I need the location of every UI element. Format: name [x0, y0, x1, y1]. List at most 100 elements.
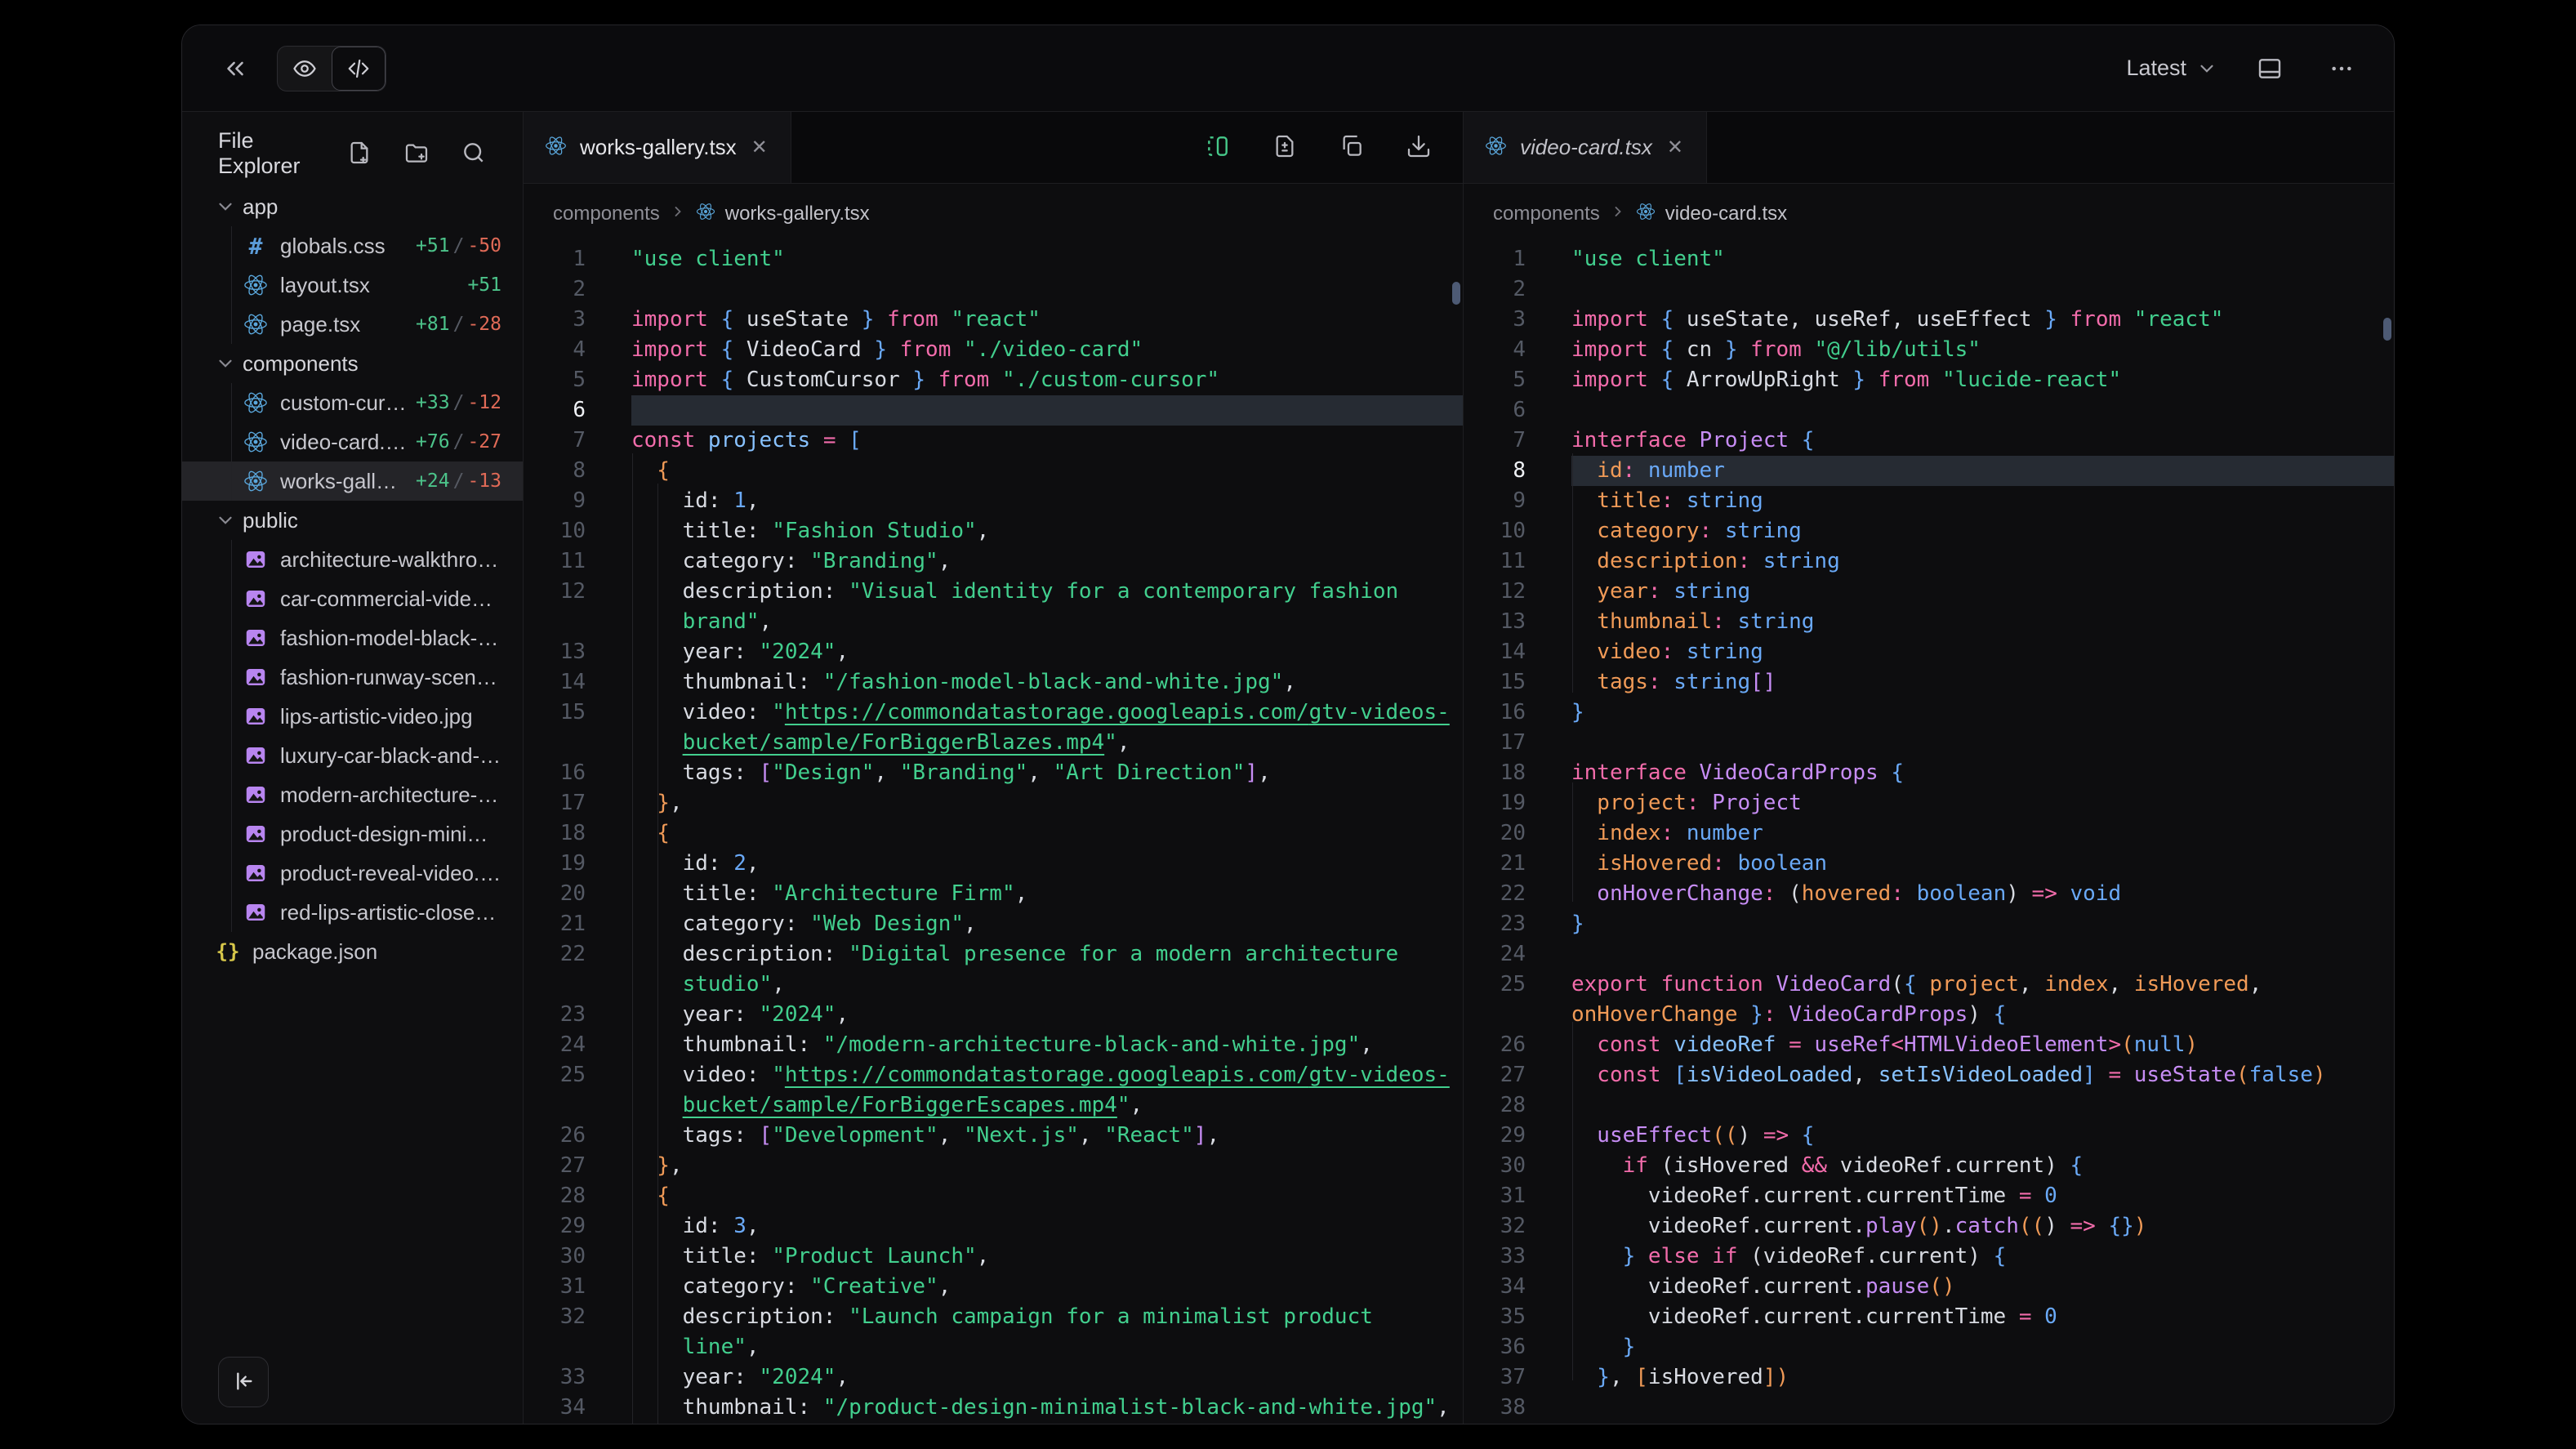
file-diff-button[interactable]: [1265, 127, 1304, 168]
new-folder-button[interactable]: [397, 133, 436, 175]
editor-pane-works-gallery: works-gallery.tsx ✕: [524, 112, 1463, 1424]
tree-folder-public[interactable]: public: [182, 501, 523, 540]
code-line-6: 6: [1464, 395, 2394, 426]
code-line-16: 16tags: ["Design", "Branding", "Art Dire…: [524, 758, 1463, 788]
collapse-sidebar-button[interactable]: [218, 1357, 269, 1407]
version-selector[interactable]: Latest: [2126, 56, 2217, 81]
tree-file-modern-architecture-[interactable]: modern-architecture-…: [182, 775, 523, 814]
tree-file-product-design-minim-[interactable]: product-design-minim…: [182, 814, 523, 854]
ellipsis-icon: [2329, 56, 2355, 82]
image-file-icon: [243, 861, 269, 885]
diff-stats: +24/-13: [408, 470, 501, 492]
tree-file-layout.tsx[interactable]: layout.tsx+51: [182, 265, 523, 305]
view-toggle: [277, 46, 386, 91]
code-line-31: 31videoRef.current.currentTime = 0: [1464, 1181, 2394, 1211]
braces-file-icon: {}: [215, 940, 241, 963]
line-number: 13: [1464, 607, 1526, 637]
tree-file-luxury-car-black-and-[interactable]: luxury-car-black-and-…: [182, 736, 523, 775]
copy-code-button[interactable]: [1332, 127, 1371, 168]
code-line-37: 37}, [isHovered]): [1464, 1362, 2394, 1393]
search-button[interactable]: [454, 133, 493, 175]
line-number: 8: [524, 456, 586, 486]
line-number: 11: [524, 546, 586, 577]
breadcrumb-folder[interactable]: components: [553, 203, 660, 225]
chevron-down-icon: [2196, 58, 2217, 79]
code-line-28: 28{: [524, 1181, 1463, 1211]
code-line-8: 8id: number: [1464, 456, 2394, 486]
line-number: 6: [1464, 395, 1526, 426]
tree-file-architecture-walkthro-[interactable]: architecture-walkthro…: [182, 540, 523, 579]
tree-file-page.tsx[interactable]: page.tsx+81/-28: [182, 305, 523, 344]
tree-file-custom-curs-[interactable]: custom-curs…+33/-12: [182, 383, 523, 422]
tab-works-gallery[interactable]: works-gallery.tsx ✕: [524, 112, 791, 183]
tab-video-card[interactable]: video-card.tsx ✕: [1464, 112, 1707, 183]
code-line-11: 11description: string: [1464, 546, 2394, 577]
code-line-22: 22onHoverChange: (hovered: boolean) => v…: [1464, 879, 2394, 909]
code-line-7: 7const projects = [: [524, 426, 1463, 456]
line-number: 21: [1464, 849, 1526, 879]
collapse-panel-button[interactable]: [215, 48, 256, 89]
code-line-27: 27const [isVideoLoaded, setIsVideoLoaded…: [1464, 1060, 2394, 1090]
download-button[interactable]: [1399, 127, 1438, 168]
line-number: 31: [1464, 1181, 1526, 1211]
tree-file-red-lips-artistic-close-[interactable]: red-lips-artistic-close…: [182, 893, 523, 932]
code-line-24: 24: [1464, 939, 2394, 970]
close-tab-icon[interactable]: ✕: [750, 136, 769, 159]
tree-file-fashion-model-black-[interactable]: fashion-model-black-…: [182, 618, 523, 658]
line-number: 26: [524, 1121, 586, 1151]
line-number: 20: [524, 879, 586, 909]
tree-file-lips-artistic-video.jpg[interactable]: lips-artistic-video.jpg: [182, 697, 523, 736]
code-line-36: 36}: [1464, 1332, 2394, 1362]
new-file-button[interactable]: [340, 133, 379, 175]
breadcrumb-folder[interactable]: components: [1493, 203, 1600, 225]
code-editor-works-gallery[interactable]: 1"use client"23import { useState } from …: [524, 244, 1463, 1424]
image-file-icon: [243, 743, 269, 768]
toggle-bottom-panel-button[interactable]: [2250, 49, 2289, 88]
tree-folder-app[interactable]: app: [182, 187, 523, 226]
code-editor-video-card[interactable]: 1"use client"23import { useState, useRef…: [1464, 244, 2394, 1424]
tree-file-product-reveal-video.j-[interactable]: product-reveal-video.j…: [182, 854, 523, 893]
line-number: 20: [1464, 818, 1526, 849]
line-number: 7: [524, 426, 586, 456]
more-options-button[interactable]: [2322, 49, 2361, 88]
file-tree: app#globals.css+51/-50layout.tsx+51page.…: [182, 187, 523, 1424]
tree-file-globals.css[interactable]: #globals.css+51/-50: [182, 226, 523, 265]
code-line-14: 14thumbnail: "/fashion-model-black-and-w…: [524, 667, 1463, 698]
code-line-33: 33year: "2024",: [524, 1362, 1463, 1393]
tree-file-fashion-runway-scen-[interactable]: fashion-runway-scen…: [182, 658, 523, 697]
line-number: 14: [524, 667, 586, 698]
line-number: 22: [1464, 879, 1526, 909]
code-line-38: 38: [1464, 1393, 2394, 1423]
tree-file-video-card.tsx[interactable]: video-card.tsx+76/-27: [182, 422, 523, 461]
react-icon: [1485, 135, 1507, 161]
diff-view-button[interactable]: [1198, 127, 1237, 168]
code-toggle-button[interactable]: [332, 47, 386, 91]
code-line-9: 9id: 1,: [524, 486, 1463, 516]
close-tab-icon[interactable]: ✕: [1665, 136, 1685, 159]
code-line-13: 13thumbnail: string: [1464, 607, 2394, 637]
chevron-right-icon: [1610, 203, 1626, 225]
tab-label: video-card.tsx: [1520, 135, 1652, 160]
code-line-20: 20index: number: [1464, 818, 2394, 849]
tree-folder-components[interactable]: components: [182, 344, 523, 383]
scrollbar-thumb[interactable]: [2383, 318, 2391, 341]
line-number: 14: [1464, 637, 1526, 667]
preview-toggle-button[interactable]: [278, 47, 332, 91]
line-number: 33: [524, 1362, 586, 1393]
editor-window: Latest File Explorer: [181, 25, 2395, 1424]
code-line-13: 13year: "2024",: [524, 637, 1463, 667]
tree-file-package.json[interactable]: {}package.json: [182, 932, 523, 971]
tree-file-car-commercial-video-[interactable]: car-commercial-video…: [182, 579, 523, 618]
line-number: 27: [1464, 1060, 1526, 1090]
line-number: 30: [1464, 1151, 1526, 1181]
chevron-down-icon: [215, 353, 236, 374]
line-number: 28: [1464, 1090, 1526, 1121]
scrollbar-thumb[interactable]: [1452, 282, 1460, 305]
line-number: 13: [524, 637, 586, 667]
line-number: 21: [524, 909, 586, 939]
tree-file-works-galler-[interactable]: works-galler…+24/-13: [182, 461, 523, 501]
editor-panes: works-gallery.tsx ✕: [524, 112, 2394, 1424]
code-line-34: 34videoRef.current.pause(): [1464, 1272, 2394, 1302]
chevron-down-icon: [215, 196, 236, 217]
line-number: 2: [524, 274, 586, 305]
